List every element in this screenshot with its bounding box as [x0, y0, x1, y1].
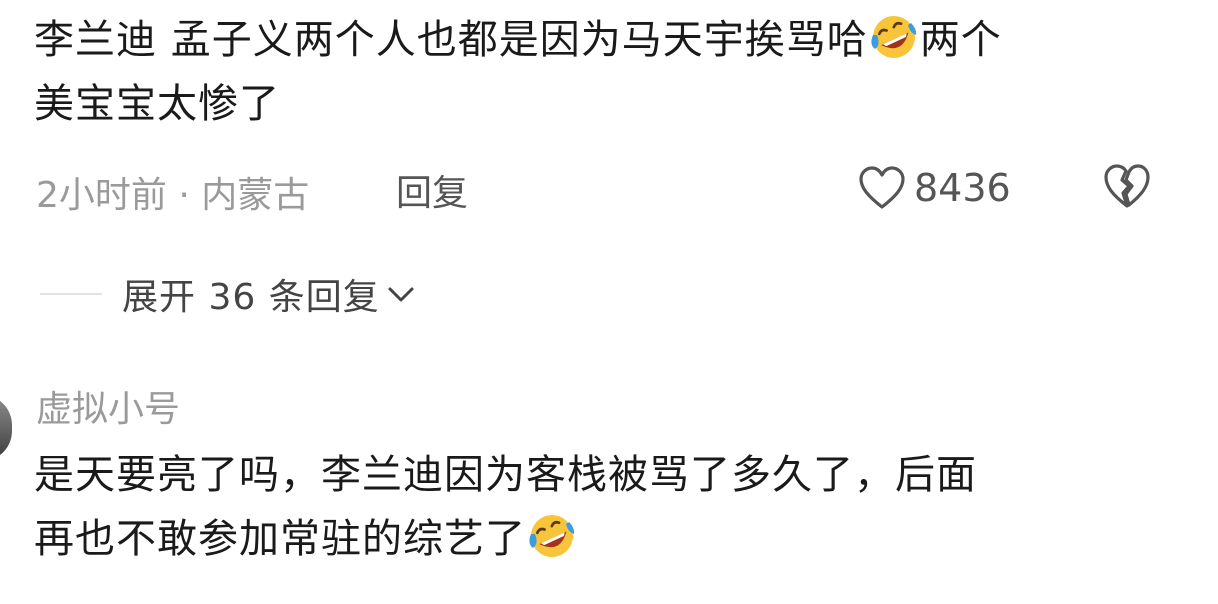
like-button[interactable]: 8436: [858, 160, 1011, 216]
comment-line-2: 美宝宝太惨了: [34, 81, 280, 127]
comment-text-segment: 再也不敢参加常驻的综艺了: [34, 516, 526, 562]
username[interactable]: 虚拟小号: [36, 380, 180, 432]
reply-line-1: 是天要亮了吗，李兰迪因为客栈被骂了多久了，后面: [34, 452, 977, 498]
like-count: 8436: [914, 166, 1011, 210]
broken-heart-icon: [1104, 164, 1150, 208]
rofl-emoji-icon: [871, 16, 916, 58]
timestamp-location: 2小时前 · 内蒙古: [36, 175, 310, 216]
rofl-emoji-icon: [529, 515, 575, 557]
reply-button[interactable]: 回复: [396, 164, 468, 216]
comment-thread: 李兰迪 孟子义两个人也都是因为马天宇挨骂哈 两个 美宝宝太惨了 2小时前 · 内…: [0, 0, 1218, 604]
comment-text-segment: 两个: [919, 17, 1002, 63]
heart-outline-icon: [859, 166, 905, 209]
reply-comment-body: 是天要亮了吗，李兰迪因为客栈被骂了多久了，后面 再也不敢参加常驻的综艺了: [34, 443, 1194, 571]
comment-text-segment: 李兰迪 孟子义两个人也都是因为马天宇挨骂哈: [34, 17, 868, 63]
comment-line-1: 李兰迪 孟子义两个人也都是因为马天宇挨骂哈 两个: [34, 8, 1174, 72]
comment-meta: 2小时前 · 内蒙古 回复 8436: [36, 160, 1186, 216]
dislike-button[interactable]: [1102, 162, 1158, 214]
chevron-down-icon: [388, 287, 414, 302]
expand-replies-label: 展开 36 条回复: [122, 277, 380, 318]
reply-line-2: 再也不敢参加常驻的综艺了: [34, 507, 1194, 571]
comment-body: 李兰迪 孟子义两个人也都是因为马天宇挨骂哈 两个 美宝宝太惨了: [34, 8, 1174, 136]
expand-replies-button[interactable]: 展开 36 条回复: [40, 266, 416, 322]
divider: [40, 293, 102, 295]
avatar[interactable]: [0, 395, 12, 461]
